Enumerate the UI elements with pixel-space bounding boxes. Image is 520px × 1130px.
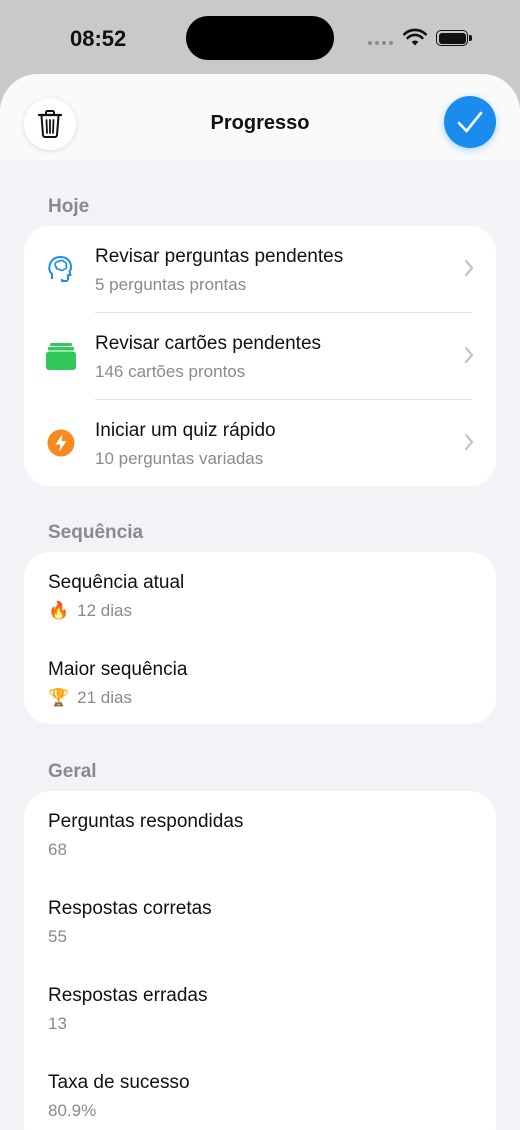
row-subtitle: 5 perguntas prontas bbox=[95, 275, 247, 294]
stat-label: Taxa de sucesso bbox=[48, 1072, 190, 1093]
stat-label: Sequência atual bbox=[48, 572, 185, 593]
general-card: Perguntas respondidas 68 Respostas corre… bbox=[24, 791, 496, 1130]
chevron-right-icon bbox=[464, 433, 474, 451]
battery-icon bbox=[436, 30, 468, 46]
section-label-general: Geral bbox=[48, 761, 97, 782]
section-label-streak: Sequência bbox=[48, 522, 144, 543]
stat-value: 🔥 12 dias bbox=[48, 601, 132, 621]
chevron-right-icon bbox=[464, 346, 474, 364]
stat-label: Maior sequência bbox=[48, 659, 188, 680]
stat-longest-streak: Maior sequência 🏆 21 dias bbox=[24, 639, 496, 726]
chevron-right-icon bbox=[464, 259, 474, 277]
progress-sheet: Progresso Hoje Revisar perguntas pendent… bbox=[0, 74, 520, 1130]
fire-icon: 🔥 bbox=[48, 601, 70, 621]
stat-value: 🏆 21 dias bbox=[48, 688, 132, 708]
stat-value: 13 bbox=[48, 1014, 67, 1033]
streak-card: Sequência atual 🔥 12 dias Maior sequência… bbox=[24, 552, 496, 724]
stat-value: 55 bbox=[48, 927, 67, 946]
row-title: Iniciar um quiz rápido bbox=[95, 420, 276, 441]
row-subtitle: 10 perguntas variadas bbox=[95, 449, 264, 468]
stat-correct-answers: Respostas corretas 55 bbox=[24, 878, 496, 965]
section-label-today: Hoje bbox=[48, 196, 90, 217]
stat-questions-answered: Perguntas respondidas 68 bbox=[24, 791, 496, 878]
stat-value-text: 21 dias bbox=[77, 688, 132, 707]
cards-stack-icon bbox=[46, 341, 76, 371]
bolt-icon bbox=[46, 428, 76, 458]
wifi-icon bbox=[403, 28, 427, 46]
done-button[interactable] bbox=[444, 96, 496, 148]
brain-head-icon bbox=[46, 254, 76, 284]
stat-value: 68 bbox=[48, 840, 67, 859]
status-bar: 08:52 bbox=[0, 0, 520, 78]
checkmark-icon bbox=[457, 111, 483, 133]
stat-success-rate: Taxa de sucesso 80.9% bbox=[24, 1052, 496, 1130]
today-card: Revisar perguntas pendentes 5 perguntas … bbox=[24, 226, 496, 486]
page-title: Progresso bbox=[210, 112, 310, 134]
stat-value-text: 12 dias bbox=[77, 601, 132, 620]
stat-value: 80.9% bbox=[48, 1101, 97, 1120]
battery-cap bbox=[469, 35, 472, 41]
row-title: Revisar cartões pendentes bbox=[95, 333, 322, 354]
stat-label: Respostas erradas bbox=[48, 985, 208, 1006]
list-item-review-questions[interactable]: Revisar perguntas pendentes 5 perguntas … bbox=[24, 226, 496, 313]
row-subtitle: 146 cartões prontos bbox=[95, 362, 246, 381]
cellular-signal-icon bbox=[368, 41, 393, 45]
stat-wrong-answers: Respostas erradas 13 bbox=[24, 965, 496, 1052]
trophy-icon: 🏆 bbox=[48, 688, 70, 708]
list-item-review-cards[interactable]: Revisar cartões pendentes 146 cartões pr… bbox=[24, 313, 496, 400]
status-time: 08:52 bbox=[70, 26, 127, 51]
sheet-header: Progresso bbox=[0, 74, 520, 160]
dynamic-island bbox=[186, 16, 334, 60]
stat-label: Respostas corretas bbox=[48, 898, 212, 919]
list-item-quick-quiz[interactable]: Iniciar um quiz rápido 10 perguntas vari… bbox=[24, 400, 496, 487]
row-title: Revisar perguntas pendentes bbox=[95, 246, 344, 267]
stat-label: Perguntas respondidas bbox=[48, 811, 244, 832]
stat-current-streak: Sequência atual 🔥 12 dias bbox=[24, 552, 496, 639]
